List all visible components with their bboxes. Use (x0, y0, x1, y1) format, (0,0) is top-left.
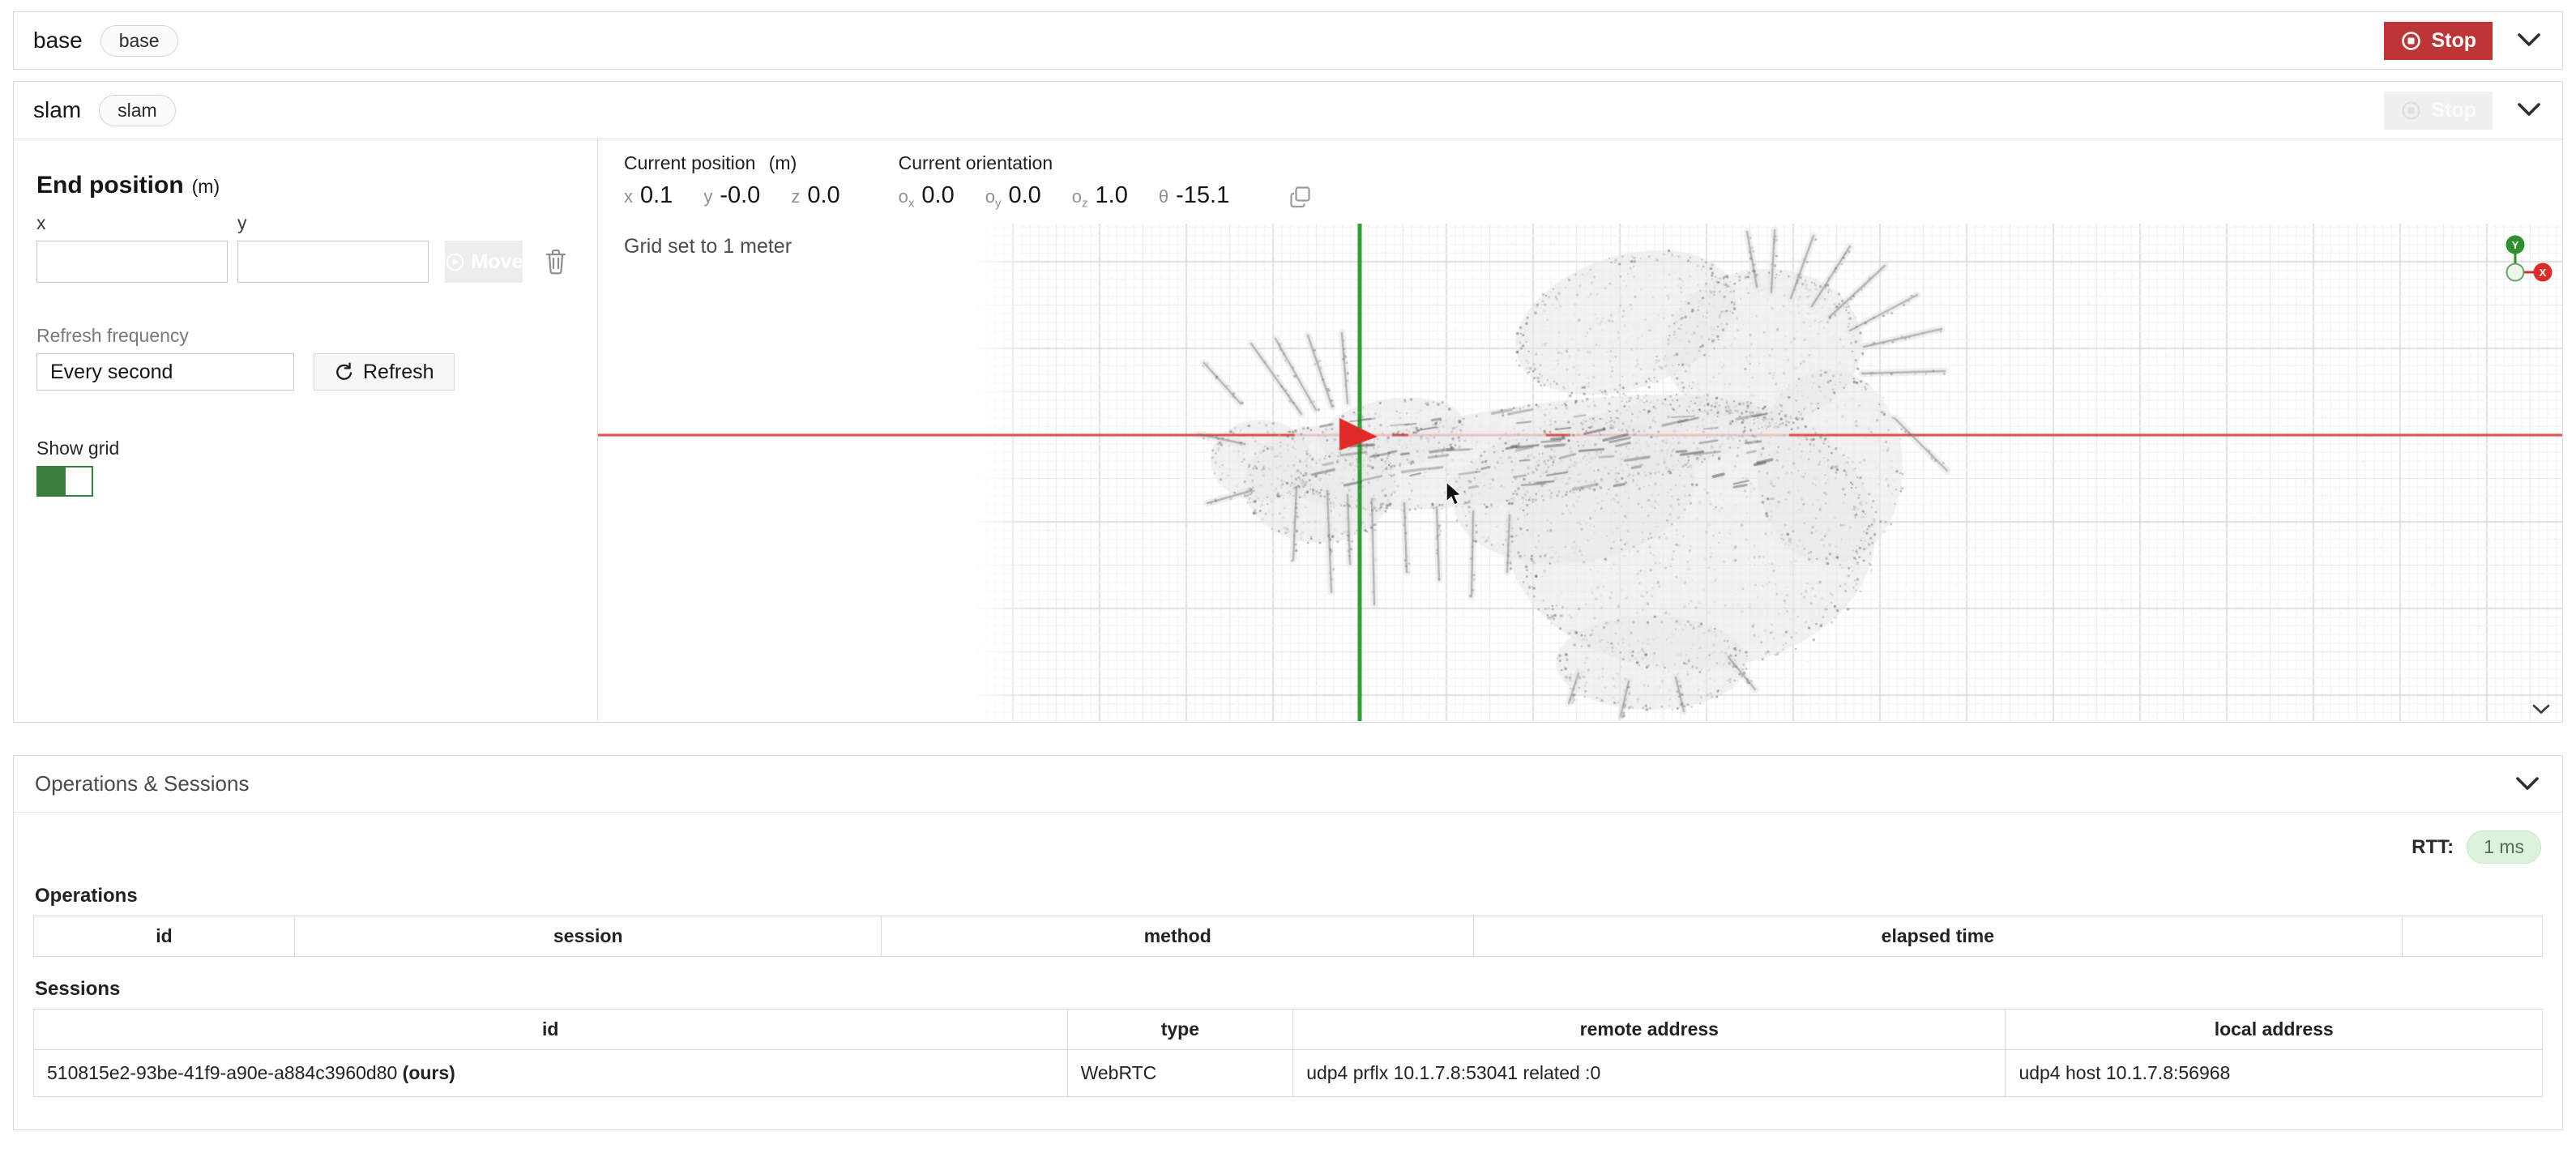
session-cell: WebRTC (1067, 1050, 1293, 1097)
copy-icon (1288, 185, 1313, 210)
page: base base Stop slam slam (0, 0, 2576, 1142)
operations-panel-title: Operations & Sessions (35, 771, 249, 796)
end-position-heading: End position (m) (36, 172, 575, 199)
column-header: method (882, 916, 1474, 957)
end-position-unit: (m) (192, 176, 220, 198)
stop-icon (2400, 100, 2422, 122)
origin-knob (2507, 264, 2524, 281)
rtt-badge: 1 ms (2467, 830, 2541, 864)
pose-field: z0.0 (791, 182, 839, 209)
column-header: remote address (1293, 1010, 2006, 1050)
end-position-x-input[interactable] (36, 241, 228, 283)
session-row: 510815e2-93be-41f9-a90e-a884c3960d80 (ou… (34, 1050, 2543, 1097)
play-circle-icon (445, 252, 465, 272)
refresh-button-label: Refresh (363, 361, 434, 384)
slam-map-viewport[interactable]: Grid set to 1 meter Y X (598, 224, 2562, 721)
end-position-title: End position (36, 172, 184, 199)
move-button-label: Move (472, 250, 523, 274)
stop-icon (2400, 30, 2422, 52)
slam-controls-column: End position (m) x y Move (14, 139, 598, 721)
copy-pose-button[interactable] (1288, 185, 1313, 210)
pose-field: y-0.0 (703, 182, 760, 209)
chevron-down-icon (2515, 32, 2543, 49)
show-grid-toggle[interactable] (36, 466, 93, 497)
refresh-frequency-label: Refresh frequency (36, 325, 575, 347)
column-header: local address (2006, 1010, 2543, 1050)
show-grid-label: Show grid (36, 438, 575, 459)
sessions-heading: Sessions (35, 978, 2543, 1001)
svg-text:Y: Y (2512, 239, 2519, 251)
axes-gizmo: Y X (2496, 233, 2556, 287)
refresh-icon (334, 362, 353, 382)
slam-map-canvas[interactable] (598, 224, 2562, 721)
grid-scale-note: Grid set to 1 meter (624, 235, 792, 258)
current-orientation-fields: ox0.0 oy0.0 oz1.0 θ-15.1 (899, 182, 1230, 210)
slam-service-panel: slam slam Stop End p (13, 81, 2563, 723)
slam-stop-button[interactable]: Stop (2384, 92, 2493, 130)
end-position-y-input[interactable] (237, 241, 429, 283)
operations-heading: Operations (35, 885, 2543, 907)
chevron-down-icon (2514, 775, 2541, 793)
y-input-label: y (237, 212, 438, 234)
operations-table: idsessionmethodelapsed time (33, 916, 2543, 957)
base-collapse-button[interactable] (2515, 32, 2543, 49)
base-type-badge: base (100, 25, 178, 57)
chevron-down-icon (2531, 703, 2551, 716)
x-input-label: x (36, 212, 237, 234)
session-cell: udp4 prflx 10.1.7.8:53041 related :0 (1293, 1050, 2006, 1097)
operations-collapse-button[interactable] (2514, 775, 2541, 793)
svg-text:X: X (2540, 267, 2547, 279)
pose-field: x0.1 (624, 182, 673, 209)
trash-icon (544, 248, 568, 275)
current-orientation-heading: Current orientation (899, 152, 1230, 174)
chevron-down-icon (2515, 101, 2543, 119)
pose-field: ox0.0 (899, 182, 955, 210)
pose-readout-bar: Current position (m) x0.1 y-0.0 z0.0 Curre… (598, 139, 2562, 224)
sessions-table: idtyperemote addresslocal address 510815e… (33, 1009, 2543, 1097)
refresh-frequency-select[interactable]: Every second (36, 353, 294, 391)
base-component-panel: base base Stop (13, 11, 2563, 70)
operations-sessions-panel: Operations & Sessions RTT: 1 ms Operatio… (13, 755, 2563, 1130)
current-position-group: Current position (m) x0.1 y-0.0 z0.0 (624, 152, 840, 209)
move-button[interactable]: Move (445, 241, 523, 283)
column-header: session (294, 916, 881, 957)
slam-panel-header: slam slam Stop (14, 82, 2562, 139)
pose-field: θ-15.1 (1159, 182, 1229, 209)
refresh-button[interactable]: Refresh (314, 353, 455, 391)
session-cell: udp4 host 10.1.7.8:56968 (2006, 1050, 2543, 1097)
rtt-label: RTT: (2412, 836, 2454, 859)
slam-collapse-button[interactable] (2515, 101, 2543, 119)
session-cell: 510815e2-93be-41f9-a90e-a884c3960d80 (ou… (34, 1050, 1068, 1097)
pose-field: oy0.0 (985, 182, 1041, 210)
slam-panel-title: slam (33, 97, 81, 123)
pose-field: oz1.0 (1072, 182, 1128, 210)
current-position-heading: Current position (m) (624, 152, 840, 174)
slam-map-section: Current position (m) x0.1 y-0.0 z0.0 Curre… (598, 139, 2562, 721)
mouse-cursor (1446, 481, 1463, 507)
base-panel-header: base base Stop (14, 12, 2562, 69)
column-header: elapsed time (1474, 916, 2403, 957)
base-panel-title: base (33, 28, 83, 53)
column-header (2402, 916, 2542, 957)
base-stop-button[interactable]: Stop (2384, 22, 2493, 60)
operations-panel-header: Operations & Sessions (14, 756, 2562, 813)
column-header: id (34, 916, 295, 957)
base-stop-label: Stop (2431, 29, 2476, 53)
toggle-on-half (38, 467, 66, 495)
map-scroll-chevron-button[interactable] (2531, 703, 2551, 716)
rtt-row: RTT: 1 ms (33, 830, 2543, 864)
slam-type-badge: slam (99, 95, 176, 126)
current-position-fields: x0.1 y-0.0 z0.0 (624, 182, 840, 209)
slam-stop-label: Stop (2431, 99, 2476, 122)
column-header: id (34, 1010, 1068, 1050)
delete-end-position-button[interactable] (544, 248, 568, 275)
column-header: type (1067, 1010, 1293, 1050)
current-orientation-group: Current orientation ox0.0 oy0.0 oz1.0 θ-15.… (899, 152, 1230, 210)
